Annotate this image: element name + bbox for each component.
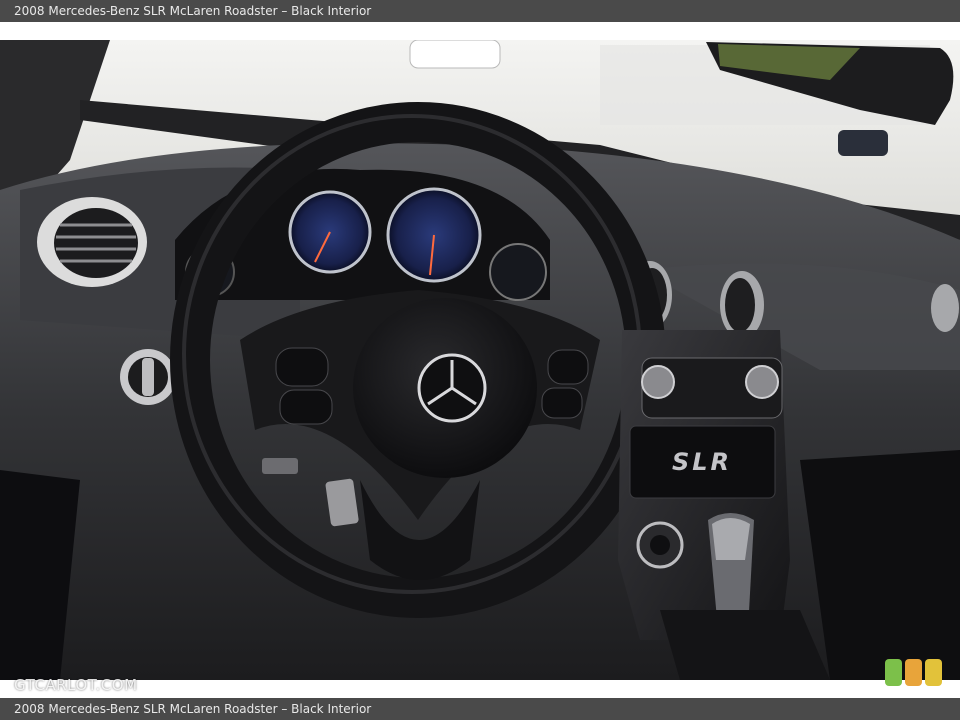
caption-bar-bottom: 2008 Mercedes-Benz SLR McLaren Roadster …	[0, 698, 960, 720]
wheel-button-volume[interactable]	[541, 387, 583, 419]
car-interior-photo: SLR	[0, 40, 960, 680]
aux-gauge-icon	[489, 243, 547, 301]
interior-illustration: SLR	[0, 40, 960, 680]
parked-car-dark	[838, 130, 888, 156]
console-dial-center	[650, 535, 670, 555]
parked-car-white	[409, 40, 501, 69]
slr-badge-text: SLR	[672, 448, 732, 476]
badge-yellow	[925, 659, 942, 686]
climate-knob-left-icon[interactable]	[641, 365, 675, 399]
watermark: GTCARLOT.COM	[14, 676, 138, 694]
light-switch-knob-icon[interactable]	[120, 349, 176, 405]
caption-bar-top: 2008 Mercedes-Benz SLR McLaren Roadster …	[0, 0, 960, 22]
climate-knob-right-icon[interactable]	[745, 365, 779, 399]
gear-surround	[660, 610, 830, 680]
badge-green	[885, 659, 902, 686]
caption-text: 2008 Mercedes-Benz SLR McLaren Roadster …	[14, 702, 372, 716]
badge-orange	[905, 659, 922, 686]
mercedes-star-logo-icon	[417, 353, 487, 423]
wheel-button-phone-end[interactable]	[279, 389, 333, 425]
wheel-button-scroll[interactable]	[547, 349, 589, 385]
left-air-vent-icon	[37, 197, 147, 287]
wheel-button-phone[interactable]	[275, 347, 329, 387]
pedal-icon	[262, 458, 298, 474]
caption-text: 2008 Mercedes-Benz SLR McLaren Roadster …	[14, 4, 372, 18]
rating-badges	[885, 659, 942, 686]
